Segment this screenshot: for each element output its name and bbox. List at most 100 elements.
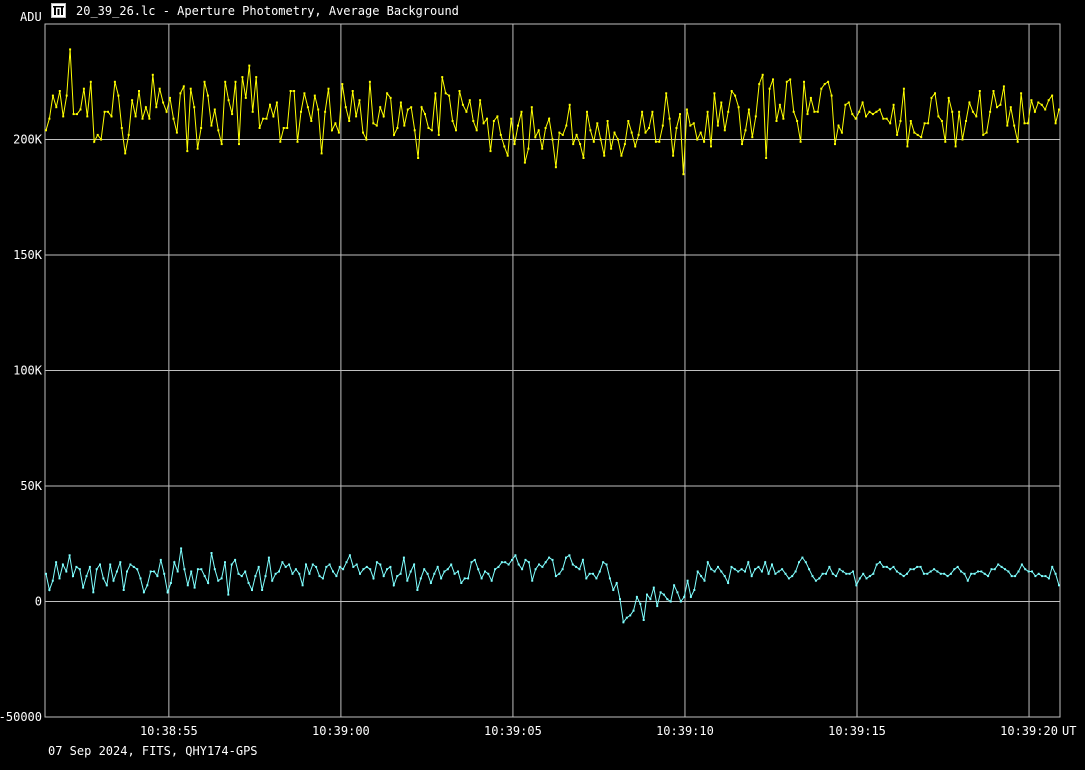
- data-point: [82, 586, 85, 589]
- data-point: [306, 106, 309, 109]
- data-point: [441, 76, 444, 79]
- data-point: [813, 110, 816, 113]
- data-point: [801, 556, 804, 559]
- data-point: [382, 115, 385, 118]
- data-point: [251, 589, 253, 591]
- data-point: [427, 127, 430, 129]
- data-point: [854, 117, 857, 120]
- data-point: [852, 570, 854, 573]
- data-point: [861, 101, 864, 104]
- data-point: [100, 138, 103, 141]
- data-point: [947, 96, 950, 99]
- data-point: [372, 577, 375, 580]
- data-point: [892, 565, 895, 568]
- data-point: [173, 561, 176, 564]
- data-point: [862, 572, 865, 575]
- data-point: [514, 554, 517, 557]
- data-point: [906, 145, 909, 148]
- data-point: [1009, 106, 1012, 109]
- data-point: [1044, 108, 1047, 111]
- data-point: [393, 133, 395, 136]
- data-point: [489, 150, 492, 153]
- data-point: [1023, 122, 1026, 125]
- data-point: [379, 563, 382, 566]
- data-point: [348, 554, 351, 557]
- data-point: [335, 575, 338, 578]
- data-point: [436, 565, 439, 568]
- data-point: [730, 90, 733, 92]
- data-point: [916, 133, 919, 136]
- data-point: [761, 73, 764, 76]
- data-point: [352, 565, 355, 568]
- data-point: [122, 589, 125, 591]
- data-point: [244, 570, 247, 573]
- data-point: [551, 558, 554, 561]
- data-point: [342, 568, 345, 571]
- data-point: [102, 577, 105, 580]
- data-point: [196, 568, 199, 571]
- data-point: [878, 108, 881, 111]
- data-point: [961, 138, 964, 141]
- data-point: [45, 572, 47, 575]
- data-point: [1037, 572, 1040, 575]
- data-point: [930, 96, 933, 99]
- data-point: [939, 572, 942, 575]
- data-point: [65, 94, 68, 97]
- data-point: [571, 563, 574, 566]
- data-point: [119, 561, 122, 564]
- data-point: [985, 131, 988, 134]
- data-point: [889, 122, 892, 125]
- data-point: [48, 589, 51, 591]
- data-point: [399, 572, 402, 575]
- data-point: [511, 558, 513, 561]
- data-point: [871, 113, 874, 116]
- data-point: [757, 565, 760, 568]
- data-point: [148, 117, 151, 120]
- data-point: [465, 110, 468, 113]
- data-point: [772, 78, 774, 81]
- data-point: [990, 568, 993, 571]
- data-point: [176, 570, 179, 573]
- data-point: [649, 598, 652, 601]
- data-point: [980, 570, 983, 573]
- data-point: [885, 565, 888, 568]
- data-point: [902, 575, 905, 578]
- data-point: [1058, 108, 1060, 111]
- data-point: [294, 568, 297, 571]
- data-point: [72, 113, 75, 116]
- data-point: [996, 106, 998, 109]
- data-point: [840, 131, 843, 134]
- data-point: [279, 140, 282, 143]
- data-point: [744, 570, 746, 573]
- data-point: [1024, 568, 1027, 571]
- data-point: [127, 133, 130, 136]
- data-point: [916, 565, 919, 568]
- data-point: [284, 565, 287, 568]
- data-point: [639, 602, 642, 605]
- data-point: [565, 556, 567, 559]
- data-point: [767, 572, 770, 575]
- data-point: [200, 127, 203, 129]
- data-point: [450, 563, 453, 566]
- data-point: [606, 120, 609, 122]
- y-tick-label: 50K: [20, 479, 42, 493]
- series-1: [45, 48, 1060, 176]
- data-point: [992, 90, 995, 92]
- data-point: [325, 565, 328, 568]
- data-point: [203, 80, 206, 83]
- data-point: [355, 563, 358, 566]
- data-point: [936, 570, 939, 573]
- data-point: [203, 575, 206, 578]
- data-point: [460, 582, 463, 584]
- data-point: [989, 110, 992, 113]
- data-point: [180, 547, 183, 550]
- data-point: [646, 593, 648, 596]
- data-point: [1030, 99, 1033, 102]
- data-point: [103, 110, 106, 113]
- data-point: [527, 147, 530, 150]
- data-point: [558, 131, 561, 134]
- series-layer: [45, 48, 1060, 624]
- data-point: [298, 572, 301, 575]
- chart-grid: [45, 24, 1060, 717]
- data-point: [798, 561, 800, 564]
